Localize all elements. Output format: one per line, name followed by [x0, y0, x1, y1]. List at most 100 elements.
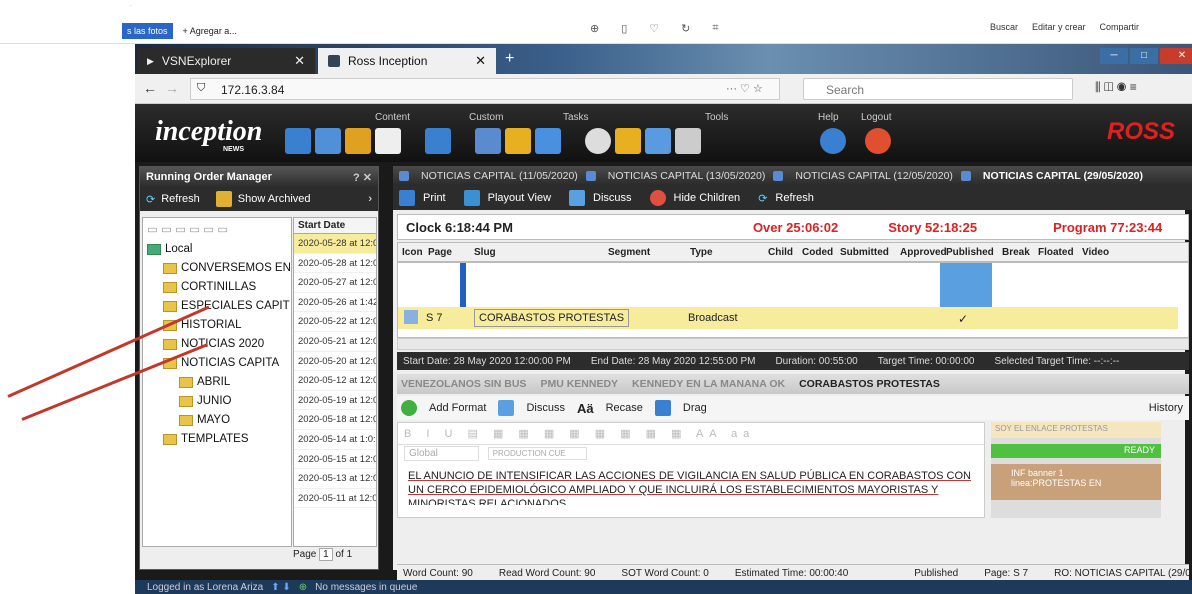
- address-bar[interactable]: ⛉ 172.16.3.84 ··· ♡ ☆: [190, 78, 780, 100]
- recase-button[interactable]: Recase: [606, 402, 643, 414]
- story-tab[interactable]: PMU KENNEDY: [540, 378, 618, 390]
- show-archived-button[interactable]: Show Archived: [238, 193, 311, 205]
- back-icon[interactable]: ←: [143, 80, 157, 96]
- date-row[interactable]: 2020-05-15 at 12:0: [294, 450, 376, 470]
- rotate-icon[interactable]: ↻: [681, 22, 690, 35]
- inf-banner[interactable]: INF banner 1 linea:PROTESTAS EN: [991, 464, 1161, 500]
- media-icon[interactable]: [505, 128, 531, 154]
- tree-item[interactable]: ESPECIALES CAPIT: [163, 297, 290, 315]
- date-row[interactable]: 2020-05-22 at 12:0: [294, 312, 376, 332]
- document-icon[interactable]: [375, 128, 401, 154]
- story-tab[interactable]: KENNEDY EN LA MANANA OK: [632, 378, 785, 390]
- column-header[interactable]: Coded: [802, 247, 833, 258]
- column-header[interactable]: Type: [690, 247, 713, 258]
- date-row[interactable]: 2020-05-11 at 12:0: [294, 489, 376, 509]
- share-button[interactable]: Compartir: [1100, 22, 1140, 32]
- grid-icon[interactable]: [285, 128, 311, 154]
- refresh-icon[interactable]: ⟳: [146, 193, 155, 206]
- story-body-text[interactable]: EL ANUNCIO DE INTENSIFICAR LAS ACCIONES …: [398, 465, 984, 505]
- discuss-icon[interactable]: [498, 400, 515, 416]
- discuss-button[interactable]: Discuss: [593, 192, 632, 204]
- hide-children-icon[interactable]: [649, 190, 666, 206]
- browser-search-input[interactable]: Search: [803, 78, 1073, 100]
- ro-tab[interactable]: NOTICIAS CAPITAL (29/05/2020): [983, 170, 1143, 182]
- shield-icon[interactable]: ⛉: [197, 82, 205, 95]
- tree-item[interactable]: TEMPLATES: [163, 430, 249, 448]
- date-row[interactable]: 2020-05-28 at 12:0: [294, 254, 376, 274]
- date-row[interactable]: 2020-05-13 at 12:0: [294, 469, 376, 489]
- crop-icon[interactable]: ⌗: [712, 22, 718, 35]
- chat-icon[interactable]: [535, 128, 561, 154]
- list-icon[interactable]: [315, 128, 341, 154]
- ro-tab[interactable]: NOTICIAS CAPITAL (13/05/2020): [608, 170, 766, 182]
- table-icon[interactable]: [425, 128, 451, 154]
- playout-view-button[interactable]: Playout View: [488, 192, 551, 204]
- new-tab-icon[interactable]: +: [505, 50, 514, 68]
- drag-icon[interactable]: [654, 400, 671, 416]
- date-row[interactable]: 2020-05-14 at 1:0:: [294, 430, 376, 450]
- edit-create-button[interactable]: Editar y crear: [1032, 22, 1086, 32]
- browser-tab-ross[interactable]: Ross Inception ✕: [318, 48, 496, 74]
- column-header[interactable]: Submitted: [840, 247, 889, 258]
- chevron-right-icon[interactable]: ›: [368, 193, 372, 205]
- column-header[interactable]: Published: [946, 247, 994, 258]
- gear-icon[interactable]: [585, 128, 611, 154]
- tree-item[interactable]: ABRIL: [179, 373, 230, 391]
- add-format-button[interactable]: Add Format: [429, 402, 486, 414]
- help-icon[interactable]: [820, 128, 846, 154]
- story-tab[interactable]: CORABASTOS PROTESTAS: [799, 378, 940, 390]
- page-number-input[interactable]: 1: [319, 548, 333, 561]
- playout-icon[interactable]: [463, 190, 480, 206]
- print-button[interactable]: Print: [423, 192, 446, 204]
- table-row[interactable]: S 7 CORABASTOS PROTESTAS Broadcast ✓: [398, 307, 1178, 329]
- recase-icon[interactable]: Aä: [577, 401, 594, 416]
- minimize-icon[interactable]: ─: [1100, 48, 1128, 64]
- archive-icon[interactable]: [215, 191, 232, 207]
- print-icon[interactable]: [399, 190, 415, 206]
- tree-item[interactable]: JUNIO: [179, 392, 232, 410]
- signature-icon[interactable]: [675, 128, 701, 154]
- browser-tab-vsnexplorer[interactable]: ▶ VSNExplorer ✕: [137, 48, 315, 74]
- windows-icon[interactable]: [645, 128, 671, 154]
- refresh-button[interactable]: Refresh: [161, 193, 200, 205]
- zoom-icon[interactable]: ⊕: [590, 22, 599, 35]
- column-header[interactable]: Video: [1082, 247, 1109, 258]
- column-header[interactable]: Icon: [402, 247, 423, 258]
- close-tab-icon[interactable]: ✕: [475, 53, 486, 69]
- drag-button[interactable]: Drag: [683, 402, 707, 414]
- production-cue-select[interactable]: PRODUCTION CUE: [487, 447, 587, 460]
- global-select[interactable]: Global: [404, 446, 479, 461]
- close-tab-icon[interactable]: ✕: [294, 53, 305, 69]
- date-row[interactable]: 2020-05-18 at 12:0: [294, 410, 376, 430]
- panel-close-icon[interactable]: ? ✕: [353, 171, 372, 184]
- column-header[interactable]: Break: [1002, 247, 1030, 258]
- add-icon[interactable]: [401, 400, 417, 416]
- delete-icon[interactable]: ▯: [621, 22, 627, 35]
- history-button[interactable]: History: [1149, 402, 1183, 414]
- date-row[interactable]: 2020-05-12 at 12:0: [294, 371, 376, 391]
- key-icon[interactable]: [615, 128, 641, 154]
- all-photos-button[interactable]: s las fotos: [122, 23, 173, 39]
- bar-chart-icon[interactable]: [345, 128, 371, 154]
- page-actions-icon[interactable]: ··· ♡ ☆: [726, 82, 763, 95]
- maximize-icon[interactable]: □: [1130, 48, 1158, 64]
- add-to-button[interactable]: + Agregar a...: [183, 26, 237, 36]
- date-row[interactable]: 2020-05-26 at 1:42: [294, 293, 376, 313]
- close-window-icon[interactable]: ✕: [1160, 48, 1192, 64]
- date-row[interactable]: 2020-05-27 at 12:0: [294, 273, 376, 293]
- heart-icon[interactable]: ♡: [649, 22, 659, 35]
- hide-children-button[interactable]: Hide Children: [674, 192, 741, 204]
- date-row[interactable]: 2020-05-28 at 12:0: [294, 234, 376, 254]
- column-header[interactable]: Child: [768, 247, 793, 258]
- tree-item[interactable]: CONVERSEMOS EN: [163, 259, 291, 277]
- logout-icon[interactable]: [865, 128, 891, 154]
- tree-item[interactable]: HISTORIAL: [163, 316, 242, 334]
- date-row[interactable]: 2020-05-19 at 12:0: [294, 391, 376, 411]
- horizontal-scrollbar[interactable]: [397, 338, 1189, 350]
- library-icon[interactable]: ⫼ ◫ ◉ ≡: [1095, 80, 1137, 95]
- ro-tab[interactable]: NOTICIAS CAPITAL (11/05/2020): [421, 170, 578, 182]
- tree-item[interactable]: MAYO: [179, 411, 230, 429]
- discuss-icon[interactable]: [569, 190, 586, 206]
- column-header[interactable]: Approved: [900, 247, 947, 258]
- column-header[interactable]: Slug: [474, 247, 496, 258]
